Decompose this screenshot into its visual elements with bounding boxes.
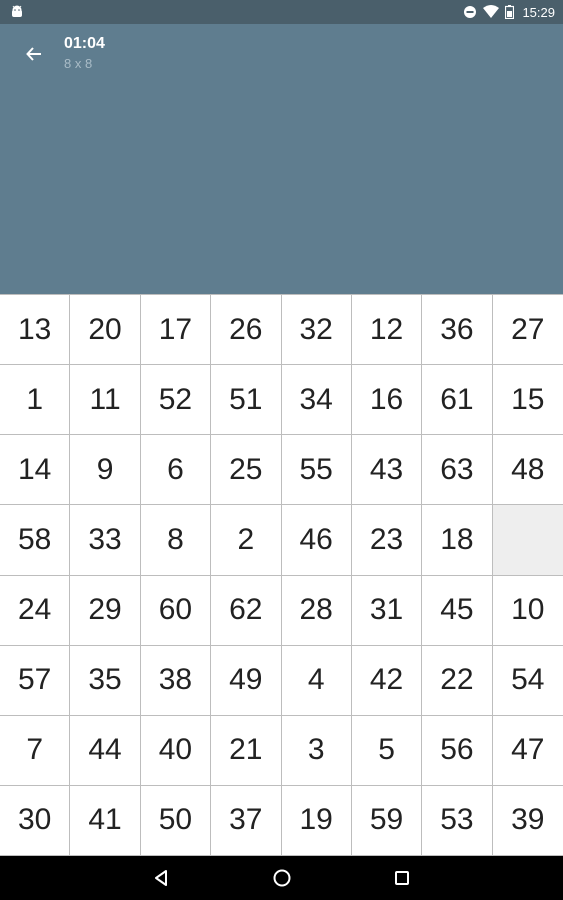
tile-57[interactable]: 57	[0, 645, 71, 716]
tile-34[interactable]: 34	[281, 365, 352, 436]
tile-58[interactable]: 58	[0, 505, 71, 576]
app-bar: 01:04 8 x 8	[0, 24, 563, 294]
tile-5[interactable]: 5	[351, 715, 423, 786]
tile-24[interactable]: 24	[0, 575, 71, 646]
tile-51[interactable]: 51	[211, 365, 282, 436]
status-time: 15:29	[522, 4, 555, 20]
tile-16[interactable]: 16	[351, 365, 423, 436]
tile-37[interactable]: 37	[211, 785, 282, 856]
tile-2[interactable]: 2	[211, 505, 282, 576]
tile-28[interactable]: 28	[281, 575, 352, 646]
tile-48[interactable]: 48	[492, 435, 563, 506]
tile-50[interactable]: 50	[140, 785, 212, 856]
tile-54[interactable]: 54	[492, 645, 563, 716]
tile-26[interactable]: 26	[211, 295, 282, 366]
tile-45[interactable]: 45	[422, 575, 493, 646]
tile-18[interactable]: 18	[422, 505, 493, 576]
tile-20[interactable]: 20	[70, 295, 141, 366]
tile-10[interactable]: 10	[492, 575, 563, 646]
nav-home-button[interactable]	[252, 856, 312, 900]
tile-6[interactable]: 6	[140, 435, 212, 506]
tile-30[interactable]: 30	[0, 785, 71, 856]
tile-43[interactable]: 43	[351, 435, 423, 506]
tile-4[interactable]: 4	[281, 645, 352, 716]
tile-49[interactable]: 49	[211, 645, 282, 716]
tile-35[interactable]: 35	[70, 645, 141, 716]
status-icons: 15:29	[463, 0, 555, 24]
tile-47[interactable]: 47	[492, 715, 563, 786]
tile-56[interactable]: 56	[422, 715, 493, 786]
wifi-icon	[483, 5, 500, 18]
tile-3[interactable]: 3	[281, 715, 352, 786]
tile-19[interactable]: 19	[281, 785, 352, 856]
title-block: 01:04 8 x 8	[64, 34, 105, 72]
tile-12[interactable]: 12	[351, 295, 423, 366]
tile-31[interactable]: 31	[351, 575, 423, 646]
home-circle-icon	[273, 869, 291, 887]
tile-25[interactable]: 25	[211, 435, 282, 506]
tile-7[interactable]: 7	[0, 715, 71, 786]
tile-39[interactable]: 39	[492, 785, 563, 856]
tile-14[interactable]: 14	[0, 435, 71, 506]
tile-52[interactable]: 52	[140, 365, 212, 436]
tile-44[interactable]: 44	[70, 715, 141, 786]
tile-55[interactable]: 55	[281, 435, 352, 506]
navigation-bar	[0, 856, 563, 900]
tile-40[interactable]: 40	[140, 715, 212, 786]
android-icon	[12, 5, 22, 17]
empty-tile[interactable]	[492, 505, 563, 576]
tile-21[interactable]: 21	[211, 715, 282, 786]
tile-17[interactable]: 17	[140, 295, 212, 366]
tile-59[interactable]: 59	[351, 785, 423, 856]
tile-63[interactable]: 63	[422, 435, 493, 506]
tile-15[interactable]: 15	[492, 365, 563, 436]
board-size-subtitle: 8 x 8	[64, 56, 93, 71]
nav-back-button[interactable]	[131, 856, 191, 900]
tile-42[interactable]: 42	[351, 645, 423, 716]
status-bar: 15:29	[0, 0, 563, 24]
nav-recents-button[interactable]	[372, 856, 432, 900]
battery-icon	[505, 5, 515, 19]
tile-62[interactable]: 62	[211, 575, 282, 646]
tile-8[interactable]: 8	[140, 505, 212, 576]
do-not-disturb-icon	[464, 6, 477, 18]
arrow-left-icon	[26, 47, 41, 61]
tile-13[interactable]: 13	[0, 295, 71, 366]
puzzle-board: 13 20 17 26 32 12 36 27 1 11 52 51 34 16 61 15 14 9 6 25 55 4…	[0, 294, 563, 856]
tile-1[interactable]: 1	[0, 365, 71, 436]
tile-23[interactable]: 23	[351, 505, 423, 576]
tile-53[interactable]: 53	[422, 785, 493, 856]
tile-60[interactable]: 60	[140, 575, 212, 646]
tile-29[interactable]: 29	[70, 575, 141, 646]
tile-11[interactable]: 11	[70, 365, 141, 436]
back-triangle-icon	[155, 870, 167, 886]
tile-61[interactable]: 61	[422, 365, 493, 436]
tile-27[interactable]: 27	[492, 295, 563, 366]
tile-46[interactable]: 46	[281, 505, 352, 576]
recents-square-icon	[395, 871, 409, 885]
timer-title: 01:04	[64, 35, 105, 52]
tile-36[interactable]: 36	[422, 295, 493, 366]
tile-33[interactable]: 33	[70, 505, 141, 576]
tile-41[interactable]: 41	[70, 785, 141, 856]
back-button[interactable]	[16, 38, 52, 70]
tile-32[interactable]: 32	[281, 295, 352, 366]
tile-38[interactable]: 38	[140, 645, 212, 716]
tile-22[interactable]: 22	[422, 645, 493, 716]
tile-9[interactable]: 9	[70, 435, 141, 506]
